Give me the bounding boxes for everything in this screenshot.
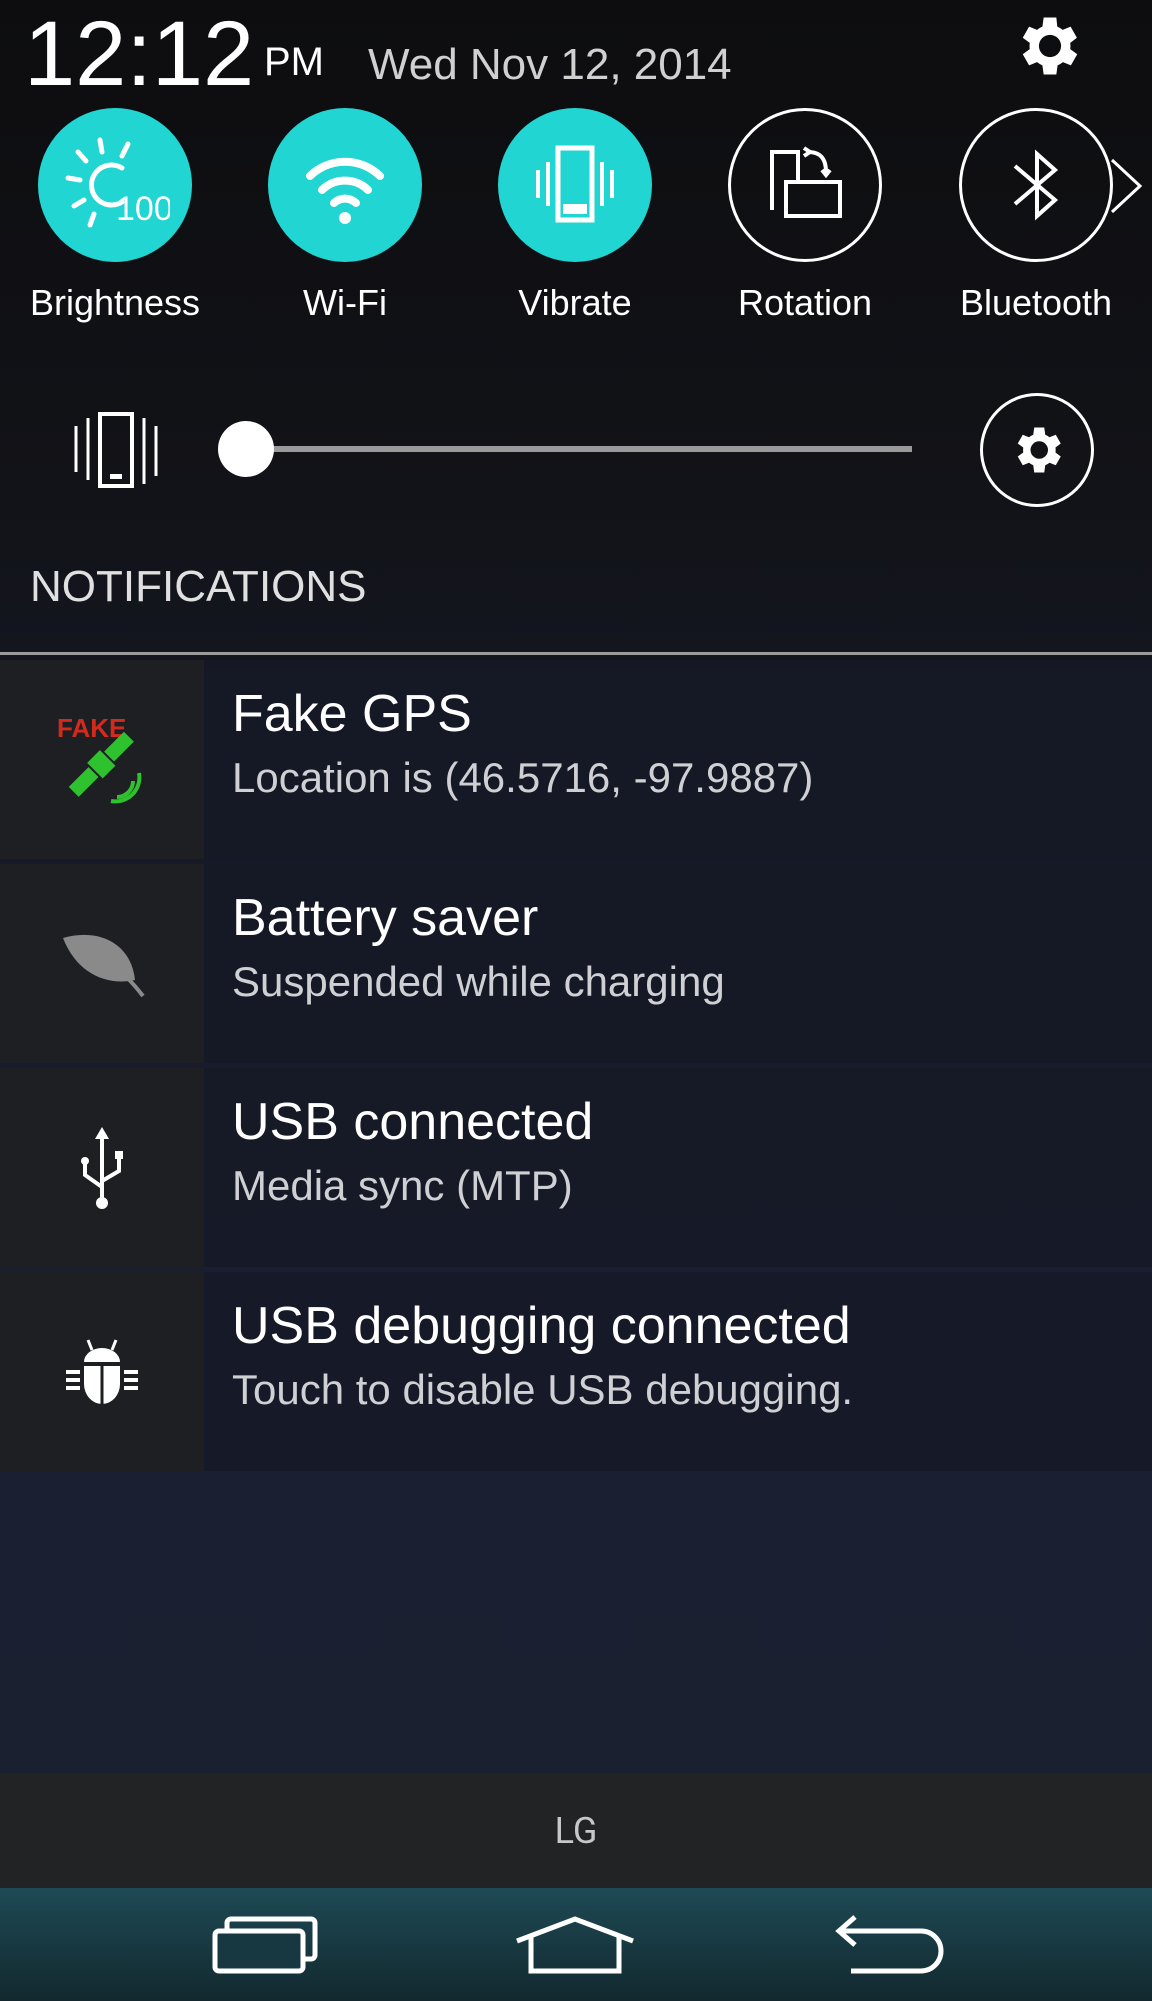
brightness-icon: 100 — [38, 108, 192, 262]
qs-label: Rotation — [737, 282, 873, 323]
notification-usb-connected[interactable]: USB connected Media sync (MTP) — [0, 1068, 1152, 1267]
sound-settings-button[interactable] — [980, 393, 1094, 507]
qs-rotation[interactable]: Rotation — [705, 108, 905, 324]
notification-text: Media sync (MTP) — [232, 1162, 573, 1209]
gear-icon[interactable] — [1012, 8, 1088, 84]
vibrate-icon — [498, 108, 652, 262]
volume-slider-track[interactable] — [246, 446, 912, 452]
back-icon — [835, 1914, 944, 1973]
date: Wed Nov 12, 2014 — [368, 40, 732, 89]
notification-text: Touch to disable USB debugging. — [232, 1366, 854, 1413]
notification-fake-gps[interactable]: FAKE Fake GPS Location is (46.5716, -97.… — [0, 660, 1152, 859]
volume-slider-thumb[interactable] — [218, 421, 274, 477]
chevron-right-icon[interactable] — [1108, 156, 1144, 220]
recent-apps-button[interactable] — [185, 1888, 345, 2001]
notification-title: Fake GPS — [232, 685, 472, 743]
fake-gps-icon: FAKE — [0, 660, 204, 859]
gear-icon — [1017, 427, 1061, 473]
notification-text: Location is (46.5716, -97.9887) — [232, 754, 814, 801]
qs-label: Vibrate — [518, 282, 632, 323]
bluetooth-icon — [959, 108, 1113, 262]
clock-time: 12:12 — [24, 3, 255, 105]
recent-apps-icon — [212, 1916, 318, 1973]
notification-text: Suspended while charging — [232, 958, 725, 1005]
carrier-label: LG — [0, 1773, 1152, 1888]
rotation-icon — [728, 108, 882, 262]
leaf-icon — [0, 864, 204, 1063]
navigation-bar — [0, 1888, 1152, 2001]
usb-icon — [0, 1068, 204, 1267]
divider — [0, 652, 1152, 655]
home-icon — [516, 1915, 634, 1973]
qs-bluetooth[interactable]: Bluetooth — [936, 108, 1136, 324]
notification-title: Battery saver — [232, 889, 539, 947]
back-button[interactable] — [807, 1888, 967, 2001]
svg-text:100: 100 — [116, 190, 170, 228]
notification-battery-saver[interactable]: Battery saver Suspended while charging — [0, 864, 1152, 1063]
notifications-header: NOTIFICATIONS — [30, 562, 367, 611]
qs-wifi[interactable]: Wi-Fi — [245, 108, 445, 324]
notification-title: USB debugging connected — [232, 1297, 851, 1355]
home-button[interactable] — [495, 1888, 655, 2001]
qs-label: Brightness — [29, 282, 201, 323]
notification-usb-debugging[interactable]: USB debugging connected Touch to disable… — [0, 1272, 1152, 1471]
notification-title: USB connected — [232, 1093, 594, 1151]
qs-label: Bluetooth — [959, 282, 1113, 323]
clock-ampm: PM — [264, 40, 324, 84]
qs-vibrate[interactable]: Vibrate — [475, 108, 675, 324]
qs-brightness[interactable]: 100 Brightness — [15, 108, 215, 324]
svg-text:FAKE: FAKE — [57, 713, 126, 743]
vibrate-icon[interactable] — [70, 410, 162, 494]
wifi-icon — [268, 108, 422, 262]
android-debug-icon — [0, 1272, 204, 1471]
qs-label: Wi-Fi — [303, 282, 387, 323]
